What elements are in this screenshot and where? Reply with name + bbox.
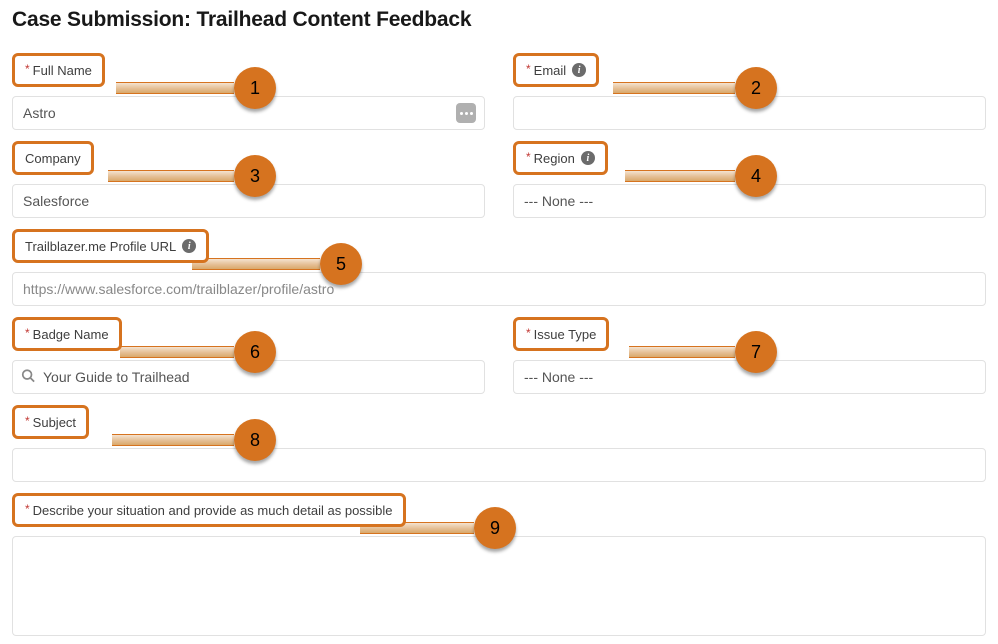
subject-input[interactable]	[12, 448, 986, 482]
issue-type-select[interactable]: --- None ---	[513, 360, 986, 394]
email-label: * Email i	[513, 53, 599, 87]
required-asterisk: *	[526, 62, 531, 76]
required-asterisk: *	[25, 326, 30, 340]
region-label: * Region i	[513, 141, 608, 175]
label-text: Describe your situation and provide as m…	[33, 503, 393, 518]
badge-name-label: * Badge Name	[12, 317, 122, 351]
label-text: Subject	[33, 415, 76, 430]
required-asterisk: *	[25, 414, 30, 428]
required-asterisk: *	[25, 62, 30, 76]
label-text: Region	[534, 151, 575, 166]
subject-label: * Subject	[12, 405, 89, 439]
info-icon[interactable]: i	[572, 63, 586, 77]
info-icon[interactable]: i	[581, 151, 595, 165]
profile-url-input[interactable]: https://www.salesforce.com/trailblazer/p…	[12, 272, 986, 306]
label-text: Badge Name	[33, 327, 109, 342]
email-input[interactable]	[513, 96, 986, 130]
input-value: https://www.salesforce.com/trailblazer/p…	[23, 281, 334, 297]
company-label: Company	[12, 141, 94, 175]
label-text: Issue Type	[534, 327, 597, 342]
input-value: Astro	[23, 105, 56, 121]
required-asterisk: *	[526, 150, 531, 164]
company-input[interactable]: Salesforce	[12, 184, 485, 218]
case-form: * Full Name 1 Astro * Email i	[12, 50, 986, 636]
input-value: Your Guide to Trailhead	[43, 369, 190, 385]
autofill-icon[interactable]	[456, 103, 476, 123]
full-name-label: * Full Name	[12, 53, 105, 87]
label-text: Email	[534, 63, 567, 78]
label-text: Trailblazer.me Profile URL	[25, 239, 176, 254]
badge-name-input[interactable]: Your Guide to Trailhead	[12, 360, 485, 394]
region-select[interactable]: --- None ---	[513, 184, 986, 218]
describe-textarea[interactable]	[12, 536, 986, 636]
describe-label: * Describe your situation and provide as…	[12, 493, 406, 527]
required-asterisk: *	[25, 502, 30, 516]
label-text: Full Name	[33, 63, 92, 78]
select-value: --- None ---	[524, 369, 593, 385]
page-title: Case Submission: Trailhead Content Feedb…	[12, 8, 986, 32]
info-icon[interactable]: i	[182, 239, 196, 253]
required-asterisk: *	[526, 326, 531, 340]
input-value: Salesforce	[23, 193, 89, 209]
issue-type-label: * Issue Type	[513, 317, 609, 351]
search-icon	[21, 369, 35, 386]
profile-url-label: Trailblazer.me Profile URL i	[12, 229, 209, 263]
select-value: --- None ---	[524, 193, 593, 209]
full-name-input[interactable]: Astro	[12, 96, 485, 130]
label-text: Company	[25, 151, 81, 166]
